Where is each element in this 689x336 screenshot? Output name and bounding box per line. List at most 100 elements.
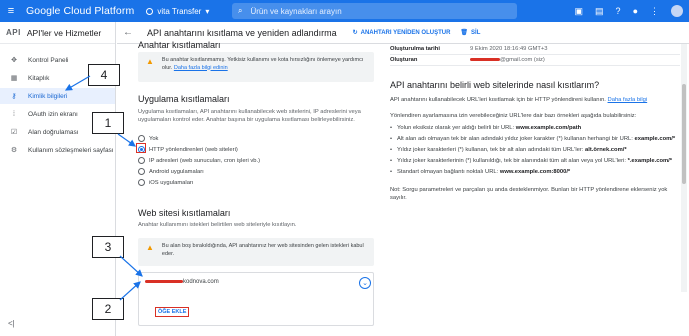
refresh-icon: ↻ xyxy=(352,30,358,36)
consent-icon: ⁞ xyxy=(13,110,15,118)
project-selector[interactable]: vita Transfer ▾ xyxy=(146,7,209,16)
redaction-mark xyxy=(470,57,500,61)
top-bar: ≡ Google Cloud Platform vita Transfer ▾ … xyxy=(0,0,689,22)
radio-label: HTTP yönlendirenleri (web siteleri) xyxy=(149,146,238,153)
radio-label: iOS uygulamaları xyxy=(149,179,194,186)
creator-key: Oluşturan xyxy=(390,57,418,63)
sidebar-item-label: Kitaplık xyxy=(28,74,50,82)
radio-circle xyxy=(138,135,145,142)
warning-icon: ▲ xyxy=(146,57,154,66)
warning-text: Bu alan boş bırakıldığında, API anahtarı… xyxy=(161,243,364,257)
annotation-label-4: 4 xyxy=(88,64,120,86)
warning-icon: ▲ xyxy=(146,243,154,252)
sidebar-item-credentials[interactable]: ⚷ Kimlik bilgileri xyxy=(0,88,115,104)
regenerate-key-label: ANAHTARI YENİDEN OLUŞTUR xyxy=(360,29,451,36)
radio-label: Android uygulamaları xyxy=(149,168,204,175)
app-restrictions-title: Uygulama kısıtlamaları xyxy=(138,94,230,104)
dashboard-icon: ✥ xyxy=(11,57,17,64)
warning-text: Bu anahtar kısıtlanmamış. Yetkisiz kulla… xyxy=(162,57,366,77)
creator-row: Oluşturan @gmail.com (siz) xyxy=(390,55,680,66)
highlight-radio-box xyxy=(136,143,146,153)
sidebar-title: API'ler ve Hizmetler xyxy=(26,27,102,38)
learn-more-link[interactable]: Daha fazla bilgi edinin xyxy=(174,65,228,71)
radio-ip-addresses[interactable]: IP adresleri (web sunucuları, cron işler… xyxy=(138,156,260,165)
project-name: vita Transfer xyxy=(157,6,202,16)
radio-ios-apps[interactable]: iOS uygulamaları xyxy=(138,178,260,187)
radio-circle xyxy=(138,179,145,186)
restrictions-panel: Anahtar kısıtlamaları ▲ Bu anahtar kısıt… xyxy=(130,40,378,336)
domain-verify-icon: ☑ xyxy=(10,129,18,136)
annotation-label-2: 2 xyxy=(92,298,124,320)
library-icon: ▦ xyxy=(10,75,18,82)
hamburger-menu-icon[interactable]: ≡ xyxy=(0,0,22,22)
annotation-label-1: 1 xyxy=(92,112,124,134)
radio-label: Yok xyxy=(149,135,159,142)
created-value: 9 Ekim 2020 18:16:49 GMT+3 xyxy=(470,46,548,52)
info-panel: Oluşturulma tarihi 9 Ekim 2020 18:16:49 … xyxy=(390,44,680,336)
sidebar-item-label: Kimlik bilgileri xyxy=(28,92,68,100)
referrer-value: kodnova.com xyxy=(183,279,219,285)
product-brand[interactable]: Google Cloud Platform xyxy=(26,5,134,17)
sidebar-item-label: OAuth izin ekranı xyxy=(28,110,78,118)
notifications-icon[interactable]: ● xyxy=(633,6,638,16)
more-vert-icon[interactable]: ⋮ xyxy=(650,6,659,17)
gift-icon[interactable]: ▣ xyxy=(575,6,584,17)
radio-android-apps[interactable]: Android uygulamaları xyxy=(138,167,260,176)
guide-bullets: • Yolun eksiksiz olarak yer aldığı belirl… xyxy=(390,124,680,176)
chevron-down-icon[interactable]: ⌄ xyxy=(359,277,371,289)
radio-none[interactable]: Yok xyxy=(138,134,260,143)
trash-icon: 🗑 xyxy=(460,30,469,36)
unrestricted-warning: ▲ Bu anahtar kısıtlanmamış. Yetkisiz kul… xyxy=(138,52,374,82)
page-title: API anahtarını kısıtlama ve yeniden adla… xyxy=(147,27,337,38)
annotation-label-3: 3 xyxy=(92,236,124,258)
top-right-icons: ▣ ▤ ? ● ⋮ xyxy=(575,0,683,22)
scrollbar-thumb[interactable] xyxy=(682,84,686,184)
chevron-down-icon: ▾ xyxy=(205,6,210,16)
key-restrictions-title: Anahtar kısıtlamaları xyxy=(138,40,221,50)
radio-label: IP adresleri (web sunucuları, cron işler… xyxy=(149,157,261,164)
sidebar-item-label: Alan doğrulaması xyxy=(28,128,79,136)
created-key: Oluşturulma tarihi xyxy=(390,46,440,52)
app-restrictions-desc: Uygulama kısıtlamaları, API anahtarını k… xyxy=(138,109,361,123)
guide-examples-intro: Yönlendiren ayarlamasına izin verebilece… xyxy=(390,113,637,119)
creator-value: @gmail.com (siz) xyxy=(470,57,545,63)
website-restrictions-desc: Anahtar kullanımını istekleri belirtilen… xyxy=(138,222,297,228)
key-icon: ⚷ xyxy=(11,93,17,100)
redaction-mark xyxy=(145,279,183,283)
list-item: • Alt alan adı olmayan tek bir alan adınd… xyxy=(390,136,676,142)
delete-label: SİL xyxy=(471,29,481,36)
search-placeholder: Ürün ve kaynakları arayın xyxy=(250,6,342,16)
search-bar[interactable]: ⌕ Ürün ve kaynakları arayın xyxy=(232,3,517,19)
sidebar-header: API API'ler ve Hizmetler xyxy=(0,22,115,44)
sidebar-item-agreements[interactable]: ⚙ Kullanım sözleşmeleri sayfası xyxy=(0,142,115,158)
empty-field-warning: ▲ Bu alan boş bırakıldığında, API anahta… xyxy=(138,238,374,266)
list-item: • Yıldız joker karakterlerinin (*) kullan… xyxy=(390,158,673,164)
api-logo: API xyxy=(6,28,21,37)
referrer-item[interactable]: kodnova.com xyxy=(145,279,219,285)
search-icon: ⌕ xyxy=(238,6,243,15)
guide-note: Not: Sorgu parametreleri ve parçaları şu… xyxy=(390,187,668,201)
add-item-button[interactable]: ÖĞE EKLE xyxy=(155,307,190,317)
back-arrow-icon[interactable]: ← xyxy=(123,27,139,38)
delete-button[interactable]: 🗑 SİL xyxy=(460,29,481,37)
restriction-radio-group: Yok HTTP yönlendirenleri (web siteleri) … xyxy=(138,132,260,187)
avatar[interactable] xyxy=(671,5,683,17)
collapse-sidebar-icon[interactable]: <| xyxy=(8,319,15,328)
help-icon[interactable]: ? xyxy=(616,6,621,16)
settings-icon: ⚙ xyxy=(10,147,18,154)
list-item: • Yıldız joker karakterleri (*) kullanan,… xyxy=(390,147,627,153)
creator-email: @gmail.com (siz) xyxy=(500,57,545,63)
website-restrictions-title: Web sitesi kısıtlamaları xyxy=(138,208,231,218)
sidebar-item-label: Kontrol Paneli xyxy=(28,56,69,64)
radio-circle xyxy=(138,157,145,164)
referrer-list: kodnova.com ⌄ ÖĞE EKLE xyxy=(138,272,374,326)
cloud-shell-icon[interactable]: ▤ xyxy=(595,6,604,17)
sidebar-item-label: Kullanım sözleşmeleri sayfası xyxy=(28,146,114,154)
regenerate-key-button[interactable]: ↻ ANAHTARI YENİDEN OLUŞTUR xyxy=(352,29,451,37)
guide-intro-text: API anahtarını kullanabilecek URL'leri k… xyxy=(390,97,606,103)
list-item: • Standart olmayan bağlantı noktalı URL: … xyxy=(390,169,571,175)
more-info-link[interactable]: Daha fazla bilgi xyxy=(608,97,648,103)
scrollbar[interactable] xyxy=(681,44,687,292)
created-row: Oluşturulma tarihi 9 Ekim 2020 18:16:49 … xyxy=(390,44,680,55)
radio-http-referrers[interactable]: HTTP yönlendirenleri (web siteleri) xyxy=(138,145,260,154)
